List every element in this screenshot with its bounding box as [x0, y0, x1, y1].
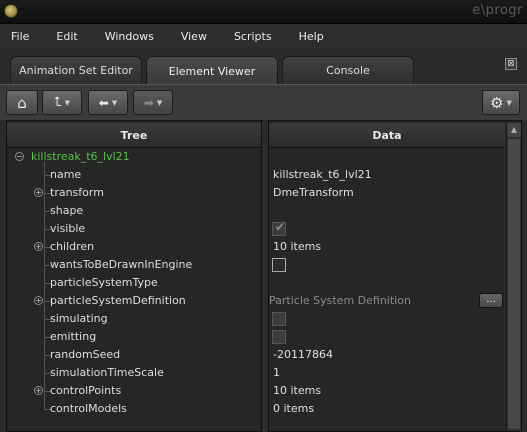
menu-windows[interactable]: Windows — [102, 28, 157, 45]
close-pane-icon[interactable]: ⊠ — [505, 58, 517, 70]
data-checkbox[interactable] — [272, 330, 286, 344]
menu-view[interactable]: View — [178, 28, 210, 45]
app-logo-icon — [4, 4, 18, 18]
toolbar: ⌂ ⮤ ▼ ⬅ ▼ ➡ ▼ ⚙ ▼ — [0, 84, 527, 120]
menu-scripts[interactable]: Scripts — [231, 28, 275, 45]
data-value[interactable]: DmeTransform — [273, 184, 354, 202]
menu-edit[interactable]: Edit — [53, 28, 80, 45]
chevron-down-icon: ▼ — [156, 98, 163, 107]
forward-button[interactable]: ➡ ▼ — [133, 90, 173, 115]
tree-item[interactable]: children — [50, 238, 94, 256]
tree-panel: Tree killstreak_t6_lvl21− name + transform s… — [6, 120, 262, 432]
data-value[interactable]: 10 items — [273, 238, 321, 256]
up-button[interactable]: ⮤ ▼ — [42, 90, 82, 115]
data-value[interactable]: -20117864 — [273, 346, 333, 364]
menu-help[interactable]: Help — [296, 28, 327, 45]
tree-item[interactable]: controlModels — [50, 400, 127, 418]
data-body: killstreak_t6_lvl21 DmeTransform ✔ 10 items… — [269, 148, 506, 431]
expand-icon[interactable]: + — [34, 188, 43, 197]
expand-icon[interactable]: + — [34, 296, 43, 305]
data-panel: Data killstreak_t6_lvl21 DmeTransform ✔ 10 … — [268, 120, 522, 432]
up-arrow-icon: ⮤ — [53, 95, 62, 110]
data-value[interactable]: 10 items — [273, 382, 321, 400]
chevron-down-icon: ▼ — [506, 98, 512, 107]
tree-item[interactable]: simulationTimeScale — [50, 364, 164, 382]
data-column-header[interactable]: Data — [269, 123, 505, 148]
tab-strip: Animation Set Editor Element Viewer Cons… — [0, 48, 527, 85]
data-scrollbar[interactable]: ▲ — [506, 123, 521, 431]
expand-icon[interactable]: + — [34, 386, 43, 395]
scroll-thumb[interactable] — [508, 139, 520, 429]
tree-item[interactable]: name — [50, 166, 81, 184]
tree-column-header[interactable]: Tree — [7, 123, 261, 148]
collapse-icon[interactable]: − — [15, 152, 24, 161]
chevron-down-icon: ▼ — [64, 98, 71, 107]
data-checkbox[interactable] — [272, 258, 286, 272]
home-button[interactable]: ⌂ — [6, 90, 38, 115]
tree-item[interactable]: particleSystemType — [50, 274, 158, 292]
particle-definition-value: Particle System Definition — [269, 294, 411, 307]
tree-item[interactable]: shape — [50, 202, 83, 220]
forward-arrow-icon: ➡ — [143, 95, 154, 110]
chevron-down-icon: ▼ — [111, 98, 118, 107]
scroll-up-icon[interactable]: ▲ — [507, 123, 521, 137]
tree-item[interactable]: particleSystemDefinition — [50, 292, 186, 310]
tree-item[interactable]: visible — [50, 220, 85, 238]
data-checkbox[interactable] — [272, 312, 286, 326]
window-title: e\progr — [472, 3, 523, 18]
tree-item[interactable]: randomSeed — [50, 346, 120, 364]
data-value[interactable]: 0 items — [273, 400, 314, 418]
data-checkbox[interactable]: ✔ — [272, 220, 286, 236]
tree-item[interactable]: wantsToBeDrawnInEngine — [50, 256, 192, 274]
expand-icon[interactable]: + — [34, 242, 43, 251]
tab-console[interactable]: Console — [282, 56, 414, 84]
checkmark-icon: ✔ — [275, 220, 286, 234]
tab-element-viewer[interactable]: Element Viewer — [146, 56, 278, 85]
menu-bar: File Edit Windows View Scripts Help — [0, 24, 527, 48]
tree-root-item[interactable]: killstreak_t6_lvl21 — [31, 148, 130, 166]
tree-item[interactable]: controlPoints — [50, 382, 121, 400]
gear-icon: ⚙ — [490, 93, 504, 112]
browse-button[interactable]: ... — [479, 293, 503, 308]
tree-item[interactable]: emitting — [50, 328, 96, 346]
title-bar: e\progr — [0, 0, 527, 24]
data-value[interactable]: 1 — [273, 364, 280, 382]
tree-body: killstreak_t6_lvl21− name + transform shape v… — [7, 148, 261, 431]
home-icon: ⌂ — [17, 93, 27, 112]
tree-item[interactable]: simulating — [50, 310, 108, 328]
tab-animation-set-editor[interactable]: Animation Set Editor — [10, 56, 142, 84]
back-button[interactable]: ⬅ ▼ — [88, 90, 128, 115]
back-arrow-icon: ⬅ — [98, 95, 109, 110]
data-value[interactable]: killstreak_t6_lvl21 — [273, 166, 372, 184]
menu-file[interactable]: File — [8, 28, 32, 45]
settings-button[interactable]: ⚙ ▼ — [482, 90, 520, 115]
tree-item[interactable]: transform — [50, 184, 104, 202]
